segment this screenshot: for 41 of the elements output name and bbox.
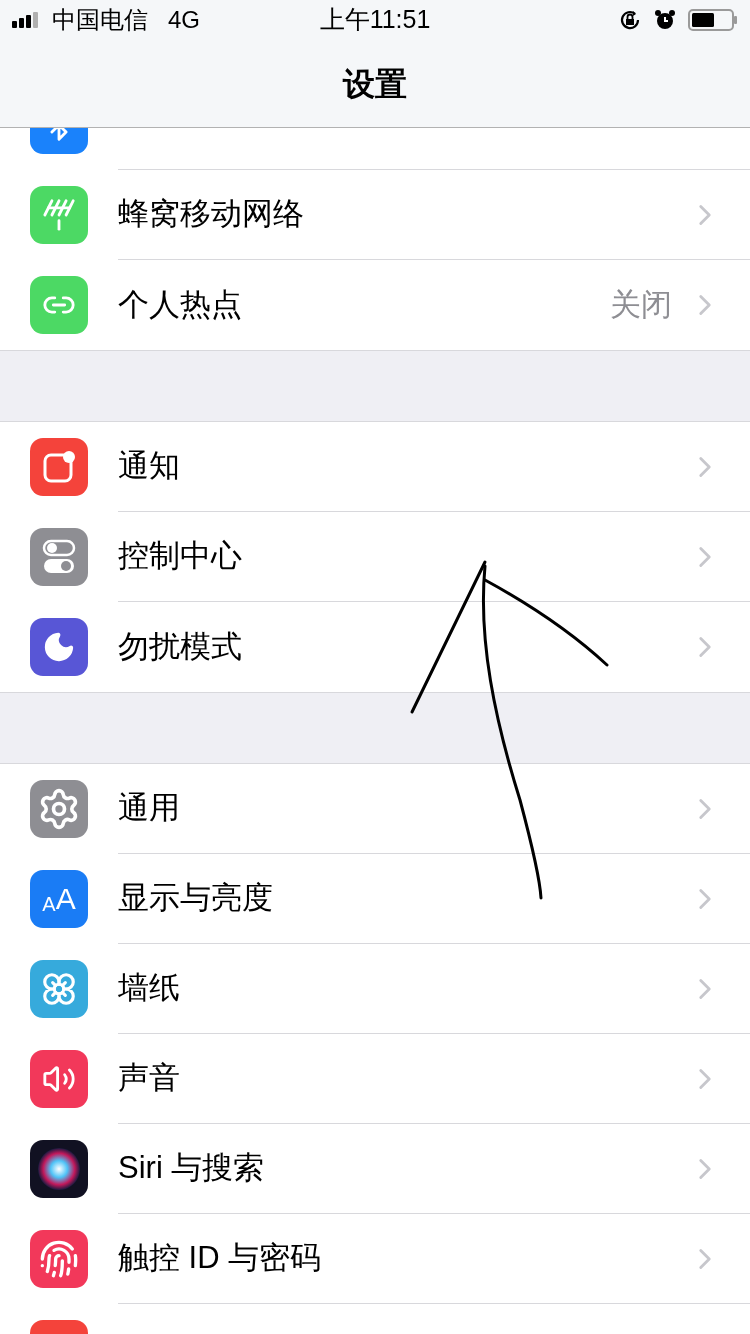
settings-row[interactable]: 个人热点 关闭 — [0, 260, 750, 350]
settings-row[interactable]: 通用 — [0, 764, 750, 854]
row-label: 通用 — [118, 789, 180, 828]
settings-row[interactable]: 声音 — [0, 1034, 750, 1124]
antenna-icon — [30, 186, 88, 244]
settings-icon — [30, 780, 88, 838]
row-label: 个人热点 — [118, 285, 242, 324]
link-icon — [30, 276, 88, 334]
notification-badge-icon — [30, 438, 88, 496]
text-size-icon: AA — [30, 870, 88, 928]
row-label: 触控 ID 与密码 — [118, 1239, 322, 1278]
moon-icon — [30, 618, 88, 676]
settings-row[interactable]: 墙纸 — [0, 944, 750, 1034]
rotation-lock-icon — [618, 8, 642, 32]
row-label: 控制中心 — [118, 537, 242, 576]
alarm-icon — [654, 9, 676, 31]
row-label: Siri 与搜索 — [118, 1149, 265, 1188]
clock-time: 上午11:51 — [319, 4, 431, 36]
row-label: 勿扰模式 — [118, 627, 242, 666]
row-label: 声音 — [118, 1059, 180, 1098]
row-label: 通知 — [118, 447, 180, 486]
fingerprint-icon — [30, 1230, 88, 1288]
settings-row[interactable]: AA 显示与亮度 — [0, 854, 750, 944]
settings-row[interactable]: Siri 与搜索 — [0, 1124, 750, 1214]
row-value: 关闭 — [610, 285, 672, 324]
settings-row[interactable]: 触控 ID 与密码 — [0, 1214, 750, 1304]
flower-icon — [30, 960, 88, 1018]
toggle-icon — [30, 528, 88, 586]
page-title: 设置 — [343, 64, 407, 104]
network-type: 4G — [168, 5, 200, 35]
row-label: 蜂窝移动网络 — [118, 195, 304, 234]
carrier-name: 中国电信 — [52, 5, 148, 35]
settings-row[interactable]: 蜂窝移动网络 — [0, 170, 750, 260]
orb-icon — [30, 1140, 88, 1198]
settings-row[interactable]: 通知 — [0, 422, 750, 512]
settings-row[interactable]: 勿扰模式 — [0, 602, 750, 692]
settings-row[interactable]: 控制中心 — [0, 512, 750, 602]
row-label: 显示与亮度 — [118, 879, 273, 918]
battery-icon — [688, 8, 738, 32]
row-label: 墙纸 — [118, 969, 180, 1008]
speaker-icon — [30, 1050, 88, 1108]
